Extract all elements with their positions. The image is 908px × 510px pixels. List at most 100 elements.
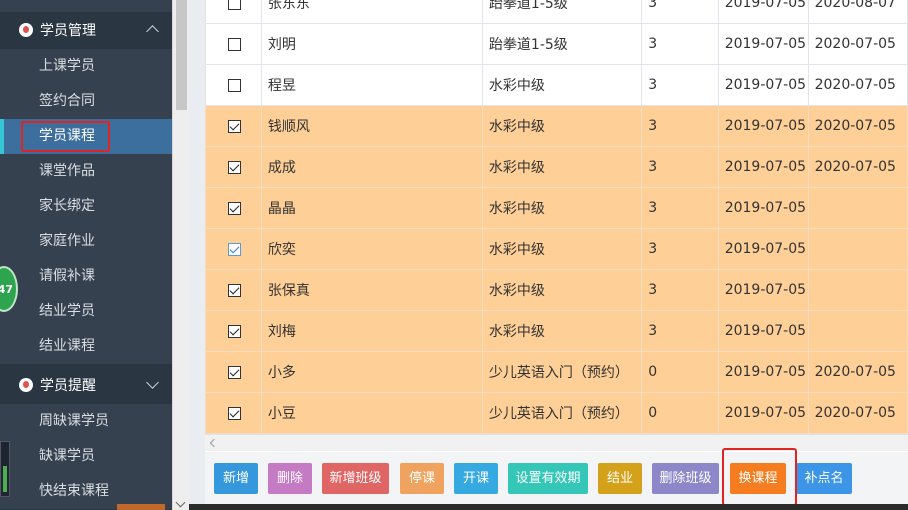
table-row[interactable]: 张保真 水彩中级 3 2019-07-05: [205, 269, 908, 311]
sidebar-item-label: 周缺课学员: [39, 413, 109, 429]
sidebar-item-absent-students[interactable]: 缺课学员: [0, 439, 172, 474]
cell-name: 晶晶: [260, 187, 483, 229]
row-checkbox-cell: [205, 187, 262, 229]
delete-button[interactable]: 删除: [268, 463, 312, 494]
sidebar: 学员管理 上课学员 签约合同 学员课程 课堂作品 家长绑定 家庭作业 请假补课 …: [0, 0, 172, 510]
sidebar-item-label: 结业课程: [39, 338, 95, 354]
cell-course: 跆拳道1-5级: [481, 0, 643, 24]
sidebar-item-class-works[interactable]: 课堂作品: [0, 154, 172, 189]
table-row[interactable]: 小多 少儿英语入门（预约） 0 2019-07-05 2020-07-05: [205, 351, 908, 393]
highlight-box: [722, 448, 797, 506]
alarm-clock-icon: [19, 377, 33, 392]
cell-name: 张保真: [260, 269, 483, 311]
row-checkbox-cell: [205, 64, 262, 106]
cell-start: 2019-07-05: [717, 105, 809, 147]
row-checkbox[interactable]: [228, 406, 241, 420]
sidebar-item-graduated-courses[interactable]: 结业课程: [0, 329, 172, 364]
table-row[interactable]: 钱顺风 水彩中级 3 2019-07-05 2020-07-05: [205, 105, 908, 147]
sidebar-item-weekly-absent[interactable]: 周缺课学员: [0, 404, 172, 439]
sidebar-item-contracts[interactable]: 签约合同: [0, 84, 172, 119]
sidebar-item-label: 缺课学员: [39, 448, 95, 464]
table-row[interactable]: 成成 水彩中级 3 2019-07-05 2020-07-05: [205, 146, 908, 188]
cell-course: 水彩中级: [481, 269, 643, 311]
table-row[interactable]: 晶晶 水彩中级 3 2019-07-05: [205, 187, 908, 229]
horizontal-scrollbar[interactable]: [205, 434, 908, 451]
graduate-button[interactable]: 结业: [598, 463, 642, 494]
row-checkbox[interactable]: [228, 0, 241, 10]
sidebar-group-student-reminders[interactable]: 学员提醒: [0, 367, 172, 402]
cell-end: [807, 187, 908, 229]
cell-start: 2019-07-05: [717, 228, 809, 270]
row-checkbox[interactable]: [228, 242, 241, 256]
sidebar-item-label: 家庭作业: [39, 233, 95, 249]
cell-count: 3: [641, 105, 719, 147]
sidebar-scrollbar[interactable]: [172, 0, 189, 510]
cell-name: 刘梅: [260, 310, 483, 352]
sidebar-item-student-courses[interactable]: 学员课程: [0, 119, 172, 154]
scroll-down-arrow-icon[interactable]: [175, 497, 186, 508]
cell-end: 2020-07-05: [807, 105, 908, 147]
table-row[interactable]: 小豆 少儿英语入门（预约） 0 2019-07-05 2020-07-05: [205, 392, 908, 434]
cell-course: 水彩中级: [481, 146, 643, 188]
row-checkbox[interactable]: [228, 201, 241, 215]
row-checkbox[interactable]: [228, 283, 241, 297]
table-row[interactable]: 刘明 跆拳道1-5级 3 2019-07-05 2020-07-05: [205, 23, 908, 65]
scroll-left-arrow-icon[interactable]: [209, 438, 219, 448]
cell-start: 2019-07-05: [717, 392, 809, 434]
add-button[interactable]: 新增: [214, 463, 258, 494]
add-class-button[interactable]: 新增班级: [322, 463, 389, 494]
row-checkbox[interactable]: [228, 37, 241, 51]
cell-course: 少儿英语入门（预约）: [481, 351, 643, 393]
sidebar-group-label: 学员管理: [40, 22, 96, 39]
row-checkbox[interactable]: [228, 160, 241, 174]
suspend-course-button[interactable]: 停课: [400, 463, 444, 494]
row-checkbox[interactable]: [228, 324, 241, 338]
row-checkbox-cell: [205, 146, 262, 188]
sidebar-item-label: 快结束课程: [39, 483, 109, 499]
row-checkbox-cell: [205, 310, 262, 352]
table-row[interactable]: 程昱 水彩中级 3 2019-07-05 2020-07-05: [205, 64, 908, 106]
cell-count: 3: [641, 228, 719, 270]
cell-end: 2020-07-05: [807, 392, 908, 434]
cell-count: 3: [641, 187, 719, 229]
cell-course: 水彩中级: [481, 187, 643, 229]
row-checkbox[interactable]: [228, 365, 241, 379]
sidebar-item-homework[interactable]: 家庭作业: [0, 224, 172, 259]
row-checkbox[interactable]: [228, 78, 241, 92]
table-row[interactable]: 欣奕 水彩中级 3 2019-07-05: [205, 228, 908, 270]
makeup-rollcall-button[interactable]: 补点名: [796, 463, 852, 494]
highlight-box: [21, 121, 110, 152]
row-checkbox-cell: [205, 351, 262, 393]
cell-end: [807, 228, 908, 270]
sidebar-group-label: 学员提醒: [40, 377, 96, 394]
cell-start: 2019-07-05: [717, 187, 809, 229]
sidebar-item-label: 请假补课: [39, 268, 95, 284]
row-checkbox-cell: [205, 0, 262, 24]
sidebar-group-student-management[interactable]: 学员管理: [0, 12, 172, 47]
floating-badge-count: 47: [0, 283, 13, 296]
cell-name: 程昱: [260, 64, 483, 106]
table-row[interactable]: 刘梅 水彩中级 3 2019-07-05: [205, 310, 908, 352]
sidebar-item-label: 上课学员: [39, 58, 95, 74]
student-course-table: 张东东 跆拳道1-5级 3 2019-07-05 2020-08-07 刘明 跆拳道1-5级…: [205, 0, 908, 434]
cell-start: 2019-07-05: [717, 310, 809, 352]
scrollbar-thumb[interactable]: [176, 0, 187, 110]
chevron-down-icon: [146, 376, 159, 389]
cell-count: 0: [641, 392, 719, 434]
cell-course: 少儿英语入门（预约）: [481, 392, 643, 434]
cell-name: 张东东: [260, 0, 483, 24]
chevron-up-icon: [146, 25, 159, 38]
row-checkbox[interactable]: [228, 119, 241, 133]
sidebar-item-graduated-students[interactable]: 结业学员: [0, 294, 172, 329]
cell-start: 2019-07-05: [717, 23, 809, 65]
cell-count: 3: [641, 269, 719, 311]
sidebar-item-leave-makeup[interactable]: 请假补课: [0, 259, 172, 294]
start-course-button[interactable]: 开课: [454, 463, 498, 494]
set-validity-button[interactable]: 设置有效期: [508, 463, 588, 494]
table-row[interactable]: 张东东 跆拳道1-5级 3 2019-07-05 2020-08-07: [205, 0, 908, 24]
delete-class-button[interactable]: 删除班级: [652, 463, 719, 494]
sidebar-item-class-students[interactable]: 上课学员: [0, 49, 172, 84]
cell-count: 3: [641, 0, 719, 24]
sidebar-item-label: 课堂作品: [39, 163, 95, 179]
sidebar-item-parent-binding[interactable]: 家长绑定: [0, 189, 172, 224]
